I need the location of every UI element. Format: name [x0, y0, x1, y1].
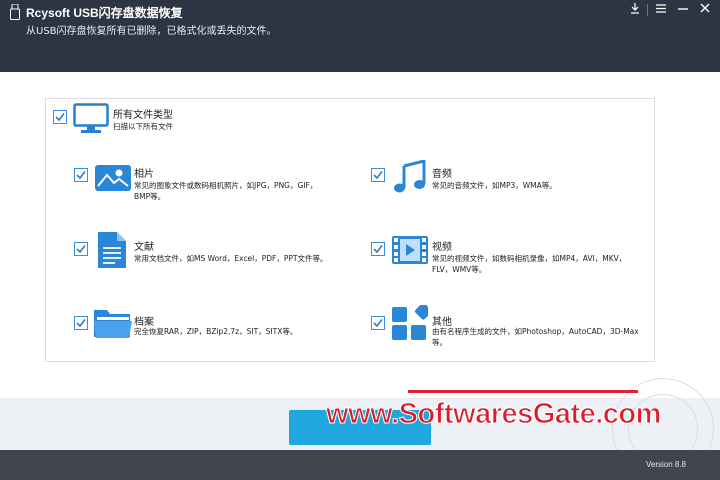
- audio-title: 音频: [432, 169, 452, 180]
- status-bar: [0, 450, 720, 480]
- other-apps-icon: [392, 305, 428, 340]
- download-button[interactable]: [624, 3, 646, 17]
- archive-desc: 完全恢复RAR，ZIP，BZip2,7z，SIT，SITX等。: [134, 326, 297, 337]
- video-desc-line-1: 常见的视频文件，如数码相机录像，如MP4，AVI，MKV，: [432, 254, 627, 263]
- watermark-text: www.SoftwaresGate.com: [326, 398, 662, 431]
- archive-checkbox[interactable]: [74, 316, 88, 330]
- download-icon: [631, 3, 639, 14]
- photo-desc-line-2: BMP等。: [134, 192, 166, 201]
- close-icon: [700, 3, 710, 13]
- document-desc-line-1: 常用文档文件，如MS Word，Excel，PDF，PPT文件等。: [134, 254, 328, 263]
- all-types-title: 所有文件类型: [113, 110, 173, 121]
- other-desc: 由有名程序生成的文件，如Photoshop，AutoCAD，3D-Max 等。: [432, 326, 639, 348]
- document-icon: [98, 232, 126, 268]
- video-desc: 常见的视频文件，如数码相机录像，如MP4，AVI，MKV， FLV，WMV等。: [432, 253, 626, 275]
- photo-title: 相片: [134, 169, 154, 180]
- title-separator: [647, 4, 648, 16]
- photo-desc-line-1: 常见的图象文件或数码相机照片，如JPG，PNG，GIF，: [134, 181, 318, 190]
- photo-checkbox[interactable]: [74, 168, 88, 182]
- all-types-checkbox[interactable]: [53, 110, 67, 124]
- all-types-subtitle: 扫描以下所有文件: [113, 122, 173, 131]
- checkmark-icon: [76, 171, 86, 180]
- minimize-button[interactable]: [672, 3, 694, 17]
- document-title: 文献: [134, 242, 154, 253]
- video-title: 视频: [432, 242, 452, 253]
- close-button[interactable]: [694, 3, 716, 17]
- photo-icon: [95, 165, 131, 191]
- checkmark-icon: [373, 319, 383, 328]
- checkmark-icon: [76, 245, 86, 254]
- video-desc-line-2: FLV，WMV等。: [432, 265, 487, 274]
- audio-checkbox[interactable]: [371, 168, 385, 182]
- app-title: Rcysoft USB闪存盘数据恢复: [26, 6, 183, 20]
- computer-monitor-icon: [73, 103, 109, 133]
- audio-desc-line-1: 常见的音频文件，如MP3，WMA等。: [432, 181, 557, 190]
- version-label: Version 8.8: [645, 460, 686, 469]
- title-bar: Rcysoft USB闪存盘数据恢复 从USB闪存盘恢复所有已删除，已格式化或丢…: [0, 0, 720, 72]
- checkmark-icon: [373, 245, 383, 254]
- menu-button[interactable]: [650, 3, 672, 17]
- document-desc: 常用文档文件，如MS Word，Excel，PDF，PPT文件等。: [134, 253, 328, 264]
- folder-icon: [94, 310, 132, 338]
- minimize-icon: [678, 8, 688, 10]
- menu-icon: [656, 4, 666, 13]
- photo-desc: 常见的图象文件或数码相机照片，如JPG，PNG，GIF， BMP等。: [134, 180, 317, 202]
- archive-desc-line-1: 完全恢复RAR，ZIP，BZip2,7z，SIT，SITX等。: [134, 327, 298, 336]
- app-subtitle: 从USB闪存盘恢复所有已删除，已格式化或丢失的文件。: [26, 26, 277, 37]
- usb-drive-icon: [10, 4, 20, 20]
- checkmark-icon: [373, 171, 383, 180]
- video-icon: [392, 236, 428, 264]
- checkmark-icon: [55, 113, 65, 122]
- other-checkbox[interactable]: [371, 316, 385, 330]
- video-checkbox[interactable]: [371, 242, 385, 256]
- audio-desc: 常见的音频文件，如MP3，WMA等。: [432, 180, 557, 191]
- checkmark-icon: [76, 319, 86, 328]
- other-desc-line-2: 等。: [432, 338, 447, 347]
- watermark-line: [408, 390, 638, 393]
- other-desc-line-1: 由有名程序生成的文件，如Photoshop，AutoCAD，3D-Max: [432, 327, 639, 336]
- document-checkbox[interactable]: [74, 242, 88, 256]
- music-note-icon: [394, 160, 426, 193]
